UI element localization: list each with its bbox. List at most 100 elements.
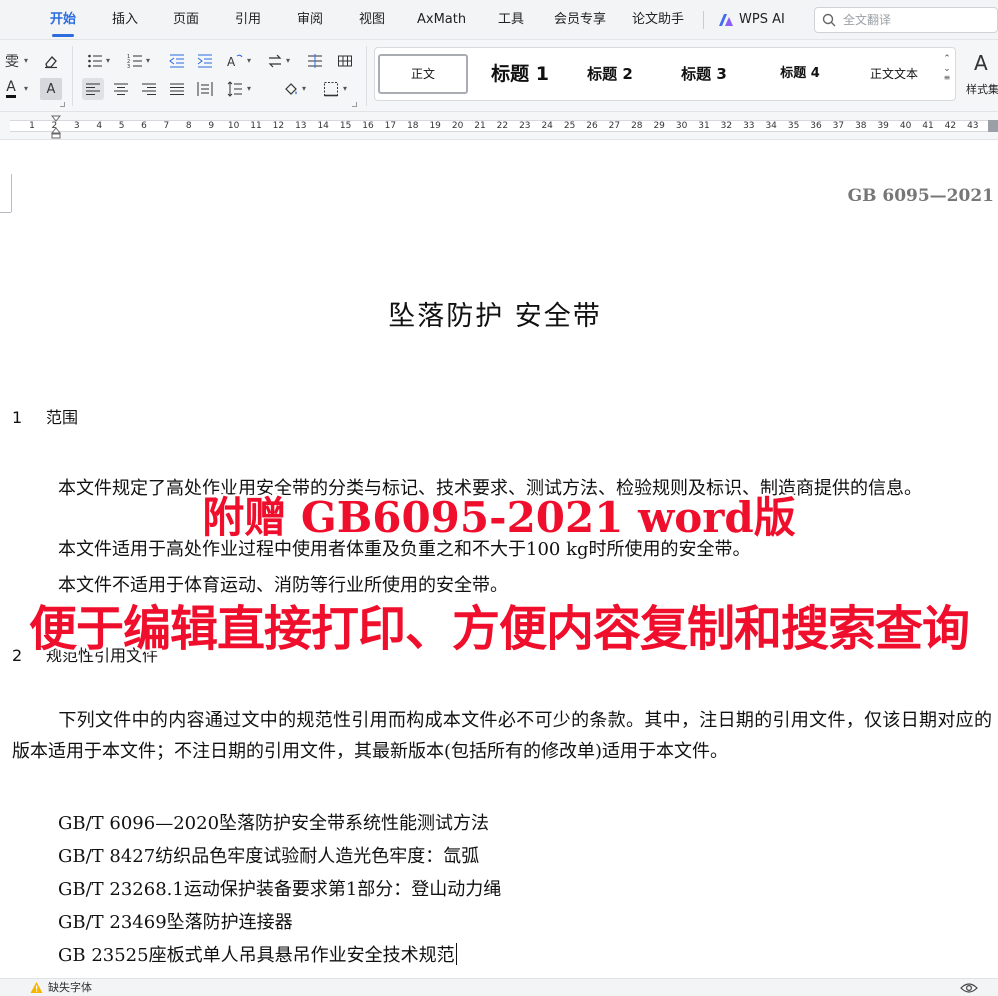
ruler-number: 1 [29,121,35,131]
tab-review[interactable]: 审阅 [297,0,323,40]
justify-icon [170,83,184,95]
ruler-number: 29 [653,121,665,131]
chevron-down-icon[interactable]: ▾ [24,84,28,93]
page-corner-mark [0,212,11,213]
document-page[interactable]: GB 6095—2021 坠落防护 安全带 1 范围 本文件规定了高处作业用安全带… [0,140,998,978]
document-title: 坠落防护 安全带 [388,301,602,332]
style-heading-1[interactable]: 标题 1 [475,54,565,94]
ruler-number: 9 [208,121,215,131]
ruler-number: 8 [185,121,192,131]
ruler-number: 20 [451,121,464,131]
svg-text:A: A [974,51,988,75]
tab-member[interactable]: 会员专享 [554,0,606,40]
horizontal-ruler[interactable]: 1 2 3 4 5 6 7 8 9 10 11 12 13 14 15 16 17 18 19 20 21 22 23 24 2… [0,112,998,140]
wps-ai-icon [719,14,733,26]
ruler-number: 12 [272,121,285,131]
section-title: 范围 [46,408,79,427]
ruler-number: 4 [96,121,103,131]
chevron-down-icon[interactable]: ▾ [146,56,150,65]
chevron-down-icon[interactable]: ▾ [106,56,110,65]
reference-text: GB 23525座板式单人吊具悬吊作业安全技术规范 [58,945,455,966]
increase-indent-button[interactable] [194,50,216,72]
bullet-list-button[interactable] [84,50,106,72]
styles-gallery: 正文 标题 1 标题 2 标题 3 标题 4 正文文本 [374,47,956,101]
tab-wps-ai[interactable]: WPS AI [739,0,785,40]
ruler-number: 26 [586,121,598,131]
tab-axmath[interactable]: AxMath [417,0,466,40]
ruler-number: 43 [967,121,979,131]
line-spacing-button[interactable] [224,78,246,100]
shading-button[interactable] [280,78,302,100]
phonetic-guide-button[interactable]: 雯 [0,50,24,72]
tab-home[interactable]: 开始 [50,0,76,40]
tab-tools[interactable]: 工具 [498,0,524,40]
style-heading-3[interactable]: 标题 3 [659,54,749,94]
ruler-number: 22 [496,121,509,131]
ruler-number: 14 [317,121,329,131]
reference-item: GB/T 8427纺织品色牢度试验耐人造光色牢度：氙弧 [58,846,480,867]
search-input[interactable] [843,10,993,30]
justify-button[interactable] [166,78,188,100]
tab-view[interactable]: 视图 [359,0,385,40]
eye-icon[interactable] [960,981,978,995]
style-normal[interactable]: 正文 [378,54,468,94]
chevron-up-icon[interactable]: ⌃ [938,54,956,64]
reference-item-current: GB 23525座板式单人吊具悬吊作业安全技术规范 [58,941,458,967]
text-direction-button[interactable] [264,50,286,72]
chevron-down-icon[interactable]: ▾ [286,56,290,65]
clear-format-button[interactable] [40,50,62,72]
ruler-number: 28 [631,121,643,131]
search-box[interactable] [814,7,998,33]
tab-page[interactable]: 页面 [173,0,199,40]
text-direction-icon [268,54,282,68]
table-grid-button[interactable] [334,50,356,72]
tab-thesis-assistant[interactable]: 论文助手 [632,0,684,40]
ruler-number: 32 [720,121,733,131]
style-set-icon[interactable]: A [972,50,996,76]
style-heading-2[interactable]: 标题 2 [565,54,655,94]
menu-separator [703,11,704,29]
tab-references[interactable]: 引用 [235,0,261,40]
chevron-down-icon[interactable]: ▾ [302,84,306,93]
tab-insert[interactable]: 插入 [112,0,138,40]
ruler-number: 7 [163,121,170,131]
border-icon [324,82,338,97]
change-case-icon: A [227,54,243,69]
align-left-icon [86,83,100,95]
chevron-down-icon[interactable]: ▾ [247,56,251,65]
ruler-number: 5 [118,121,125,131]
ruler-number: 24 [541,121,553,131]
page-corner-mark [11,174,12,212]
more-icon[interactable]: ≡ [938,74,956,82]
distributed-align-button[interactable] [194,78,216,100]
missing-fonts-button[interactable]: 缺失字体 [48,981,92,995]
chinese-layout-button[interactable] [304,50,326,72]
phonetic-guide-glyph: 雯 [5,54,19,70]
chevron-down-icon[interactable]: ▾ [343,84,347,93]
standard-code: GB 6095—2021 [847,186,994,206]
font-color-button[interactable]: A [0,78,22,100]
style-heading-4[interactable]: 标题 4 [755,54,845,94]
styles-gallery-scroll[interactable]: ⌃ ⌄ ≡ [938,47,956,101]
ruler-number: 21 [474,121,486,131]
numbered-list-button[interactable]: 123 [124,50,146,72]
align-center-button[interactable] [110,78,132,100]
align-right-button[interactable] [138,78,160,100]
font-dialog-launcher[interactable] [60,102,65,107]
change-case-button[interactable]: A [224,50,246,72]
ruler-number: 30 [675,121,688,131]
style-body-text[interactable]: 正文文本 [849,54,939,94]
indent-marker-icon[interactable] [51,115,61,139]
char-shading-button[interactable]: A [40,78,62,100]
borders-button[interactable] [320,78,342,100]
char-shading-glyph: A [46,81,56,97]
ruler-number: 31 [698,121,710,131]
status-bar: 缺失字体 [0,978,998,996]
chevron-down-icon[interactable]: ▾ [247,84,251,93]
group-separator [72,46,73,106]
chevron-down-icon[interactable]: ▾ [24,56,28,65]
align-left-button[interactable] [82,78,104,100]
paragraph-dialog-launcher[interactable] [352,102,357,107]
decrease-indent-button[interactable] [166,50,188,72]
style-set-label[interactable]: 样式集 [966,81,998,97]
